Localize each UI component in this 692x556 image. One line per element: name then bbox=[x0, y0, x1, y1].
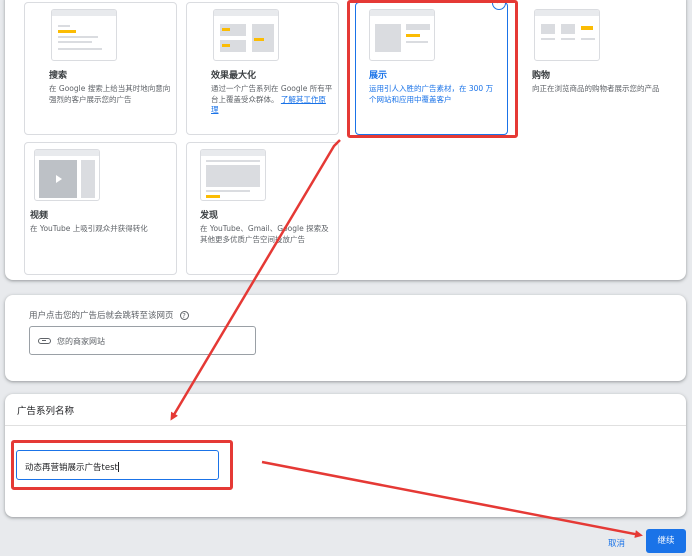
campaign-name-panel: 广告系列名称 动态再营销展示广告test bbox=[5, 394, 686, 517]
campaign-type-performance-max-card[interactable]: 效果最大化 通过一个广告系列在 Google 所有平台上覆盖受众群体。 了解其工… bbox=[186, 2, 339, 135]
cancel-button[interactable]: 取消 bbox=[608, 537, 625, 549]
display-thumbnail-icon bbox=[369, 9, 435, 61]
campaign-type-discovery-card[interactable]: 发现 在 YouTube、Gmail、Google 探索及其他更多优质广告空间投… bbox=[186, 142, 339, 275]
card-title: 效果最大化 bbox=[211, 71, 257, 81]
campaign-type-search-card[interactable]: 搜索 在 Google 搜索上给当其时地向意向强烈的客户展示您的广告 bbox=[24, 2, 177, 135]
final-url-panel: 用户点击您的广告后就会跳转至该网页? 您的商家网站 bbox=[5, 295, 686, 381]
campaign-name-value: 动态再营销展示广告test bbox=[25, 463, 118, 473]
card-description: 通过一个广告系列在 Google 所有平台上覆盖受众群体。 了解其工作原理 bbox=[211, 84, 333, 116]
business-website-input[interactable]: 您的商家网站 bbox=[29, 326, 256, 355]
campaign-type-shopping-card[interactable]: 购物 向正在浏览商品的购物者展示您的产品 bbox=[525, 2, 678, 135]
performance-max-thumbnail-icon bbox=[213, 9, 279, 61]
card-description: 向正在浏览商品的购物者展示您的产品 bbox=[532, 84, 660, 93]
card-description: 运用引人入胜的广告素材，在 300 万个网站和应用中覆盖客户 bbox=[369, 84, 494, 104]
card-description: 在 YouTube 上吸引观众并获得转化 bbox=[30, 224, 148, 233]
card-title: 发现 bbox=[200, 211, 219, 221]
continue-button[interactable]: 继续 bbox=[646, 529, 686, 553]
campaign-name-input[interactable]: 动态再营销展示广告test bbox=[16, 450, 219, 480]
card-description: 在 YouTube、Gmail、Google 探索及其他更多优质广告空间投放广告 bbox=[200, 224, 329, 244]
link-icon bbox=[38, 338, 51, 344]
card-title: 购物 bbox=[532, 71, 551, 81]
final-url-label: 用户点击您的广告后就会跳转至该网页? bbox=[29, 309, 189, 321]
card-title: 搜索 bbox=[49, 71, 68, 81]
video-thumbnail-icon bbox=[34, 149, 100, 201]
card-title: 视频 bbox=[30, 211, 49, 221]
text-caret bbox=[117, 462, 119, 472]
final-url-label-text: 用户点击您的广告后就会跳转至该网页 bbox=[29, 311, 174, 321]
campaign-name-header: 广告系列名称 bbox=[17, 406, 75, 417]
discovery-thumbnail-icon bbox=[200, 149, 266, 201]
card-description: 在 Google 搜索上给当其时地向意向强烈的客户展示您的广告 bbox=[49, 84, 171, 104]
campaign-type-display-card[interactable]: ✓ 展示 运用引人入胜的广告素材，在 300 万个网站和应用中覆盖客户 bbox=[355, 0, 508, 135]
business-website-placeholder: 您的商家网站 bbox=[57, 337, 105, 346]
shopping-thumbnail-icon bbox=[534, 9, 600, 61]
selected-check-icon: ✓ bbox=[492, 0, 506, 10]
divider bbox=[5, 425, 686, 426]
card-title: 展示 bbox=[369, 71, 388, 81]
help-icon[interactable]: ? bbox=[179, 311, 189, 320]
campaign-type-panel: 搜索 在 Google 搜索上给当其时地向意向强烈的客户展示您的广告 效果最大化… bbox=[5, 0, 686, 280]
search-thumbnail-icon bbox=[51, 9, 117, 61]
campaign-type-video-card[interactable]: 视频 在 YouTube 上吸引观众并获得转化 bbox=[24, 142, 177, 275]
